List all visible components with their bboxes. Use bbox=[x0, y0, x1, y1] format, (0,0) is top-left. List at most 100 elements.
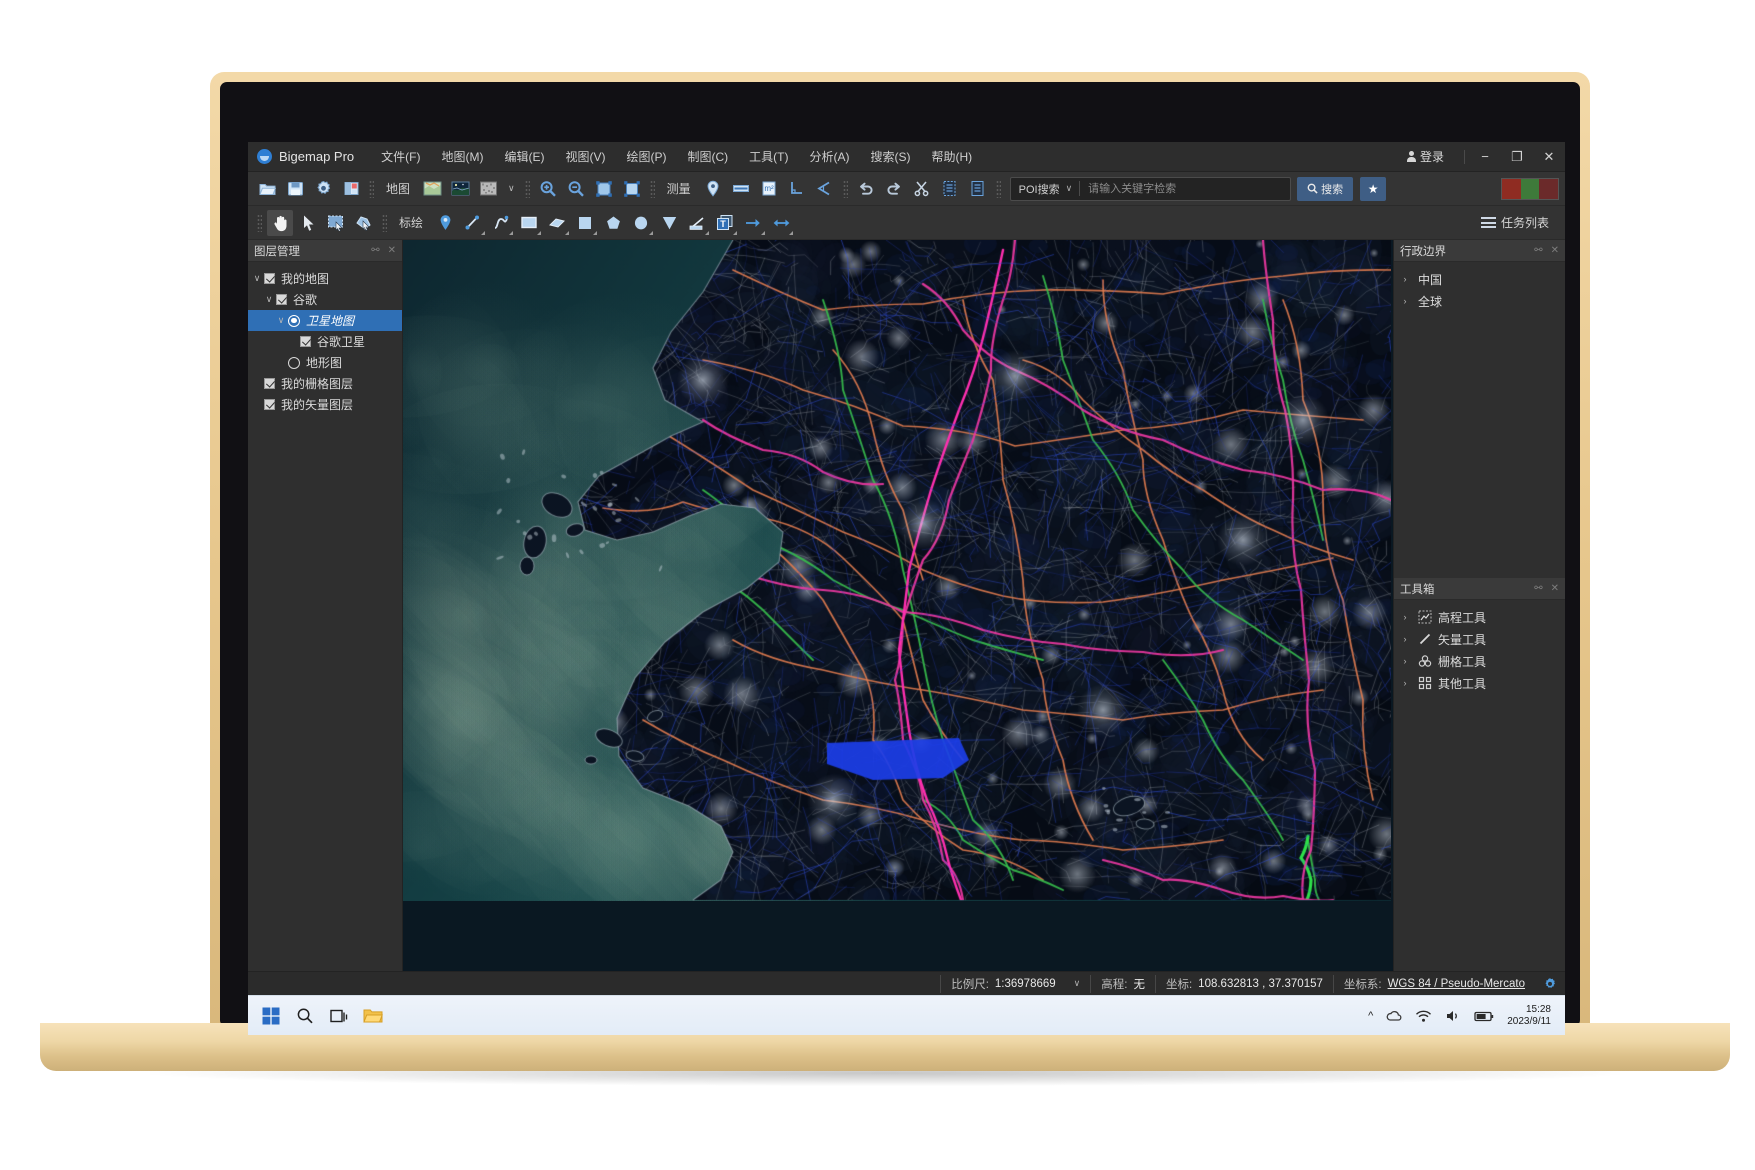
crs-value[interactable]: WGS 84 / Pseudo-Mercato bbox=[1388, 978, 1525, 990]
battery-icon[interactable] bbox=[1474, 1009, 1494, 1023]
select-arrow-tool[interactable] bbox=[295, 210, 321, 236]
undo-icon[interactable] bbox=[853, 176, 879, 202]
rect-select-tool[interactable] bbox=[323, 210, 349, 236]
node-edit-tool[interactable] bbox=[351, 210, 377, 236]
color-swatch[interactable] bbox=[1501, 177, 1559, 200]
chevron-down-icon[interactable]: ∨ bbox=[1066, 183, 1080, 194]
toolbox-other[interactable]: 其他工具 bbox=[1394, 672, 1565, 694]
measure-marker-icon[interactable] bbox=[700, 176, 726, 202]
favorites-button[interactable]: ★ bbox=[1360, 176, 1387, 201]
taskbar-clock[interactable]: 15:28 2023/9/11 bbox=[1507, 1004, 1551, 1028]
terrain-texture-icon[interactable] bbox=[475, 176, 501, 202]
wifi-icon[interactable] bbox=[1415, 1009, 1432, 1023]
menu-view[interactable]: 视图(V) bbox=[556, 144, 614, 169]
map-viewport[interactable] bbox=[403, 240, 1393, 971]
poi-type-label[interactable]: POI搜索 bbox=[1011, 181, 1066, 197]
map-basemap-icon[interactable] bbox=[419, 176, 445, 202]
draw-rectangle-tool[interactable] bbox=[516, 210, 542, 236]
pin-icon[interactable]: ⚯ bbox=[1534, 583, 1542, 594]
draw-curve-tool[interactable] bbox=[488, 210, 514, 236]
zoom-in-icon[interactable] bbox=[535, 176, 561, 202]
map-canvas[interactable] bbox=[403, 240, 1391, 901]
settings-gear-icon[interactable] bbox=[310, 176, 336, 202]
measure-area-icon[interactable]: m² bbox=[756, 176, 782, 202]
boundary-china[interactable]: 中国 bbox=[1394, 268, 1565, 290]
close-button[interactable]: ✕ bbox=[1533, 142, 1565, 171]
layer-terrain-map[interactable]: 地形图 bbox=[248, 352, 402, 373]
layer-my-map[interactable]: 我的地图 bbox=[248, 268, 402, 289]
chevron-right-icon[interactable] bbox=[1398, 612, 1412, 622]
draw-circle-tool[interactable] bbox=[628, 210, 654, 236]
chevron-down-icon[interactable] bbox=[262, 294, 276, 305]
layers-icon[interactable] bbox=[338, 176, 364, 202]
search-icon[interactable] bbox=[288, 999, 322, 1033]
task-list-button[interactable]: 任务列表 bbox=[1471, 214, 1559, 231]
layer-checkbox[interactable] bbox=[264, 378, 275, 389]
redo-icon[interactable] bbox=[881, 176, 907, 202]
pin-icon[interactable]: ⚯ bbox=[371, 245, 379, 256]
layer-checkbox[interactable] bbox=[300, 336, 311, 347]
chevron-up-icon[interactable]: ^ bbox=[1368, 1010, 1373, 1022]
login-button[interactable]: 登录 bbox=[1397, 145, 1454, 168]
save-icon[interactable] bbox=[282, 176, 308, 202]
layer-radio[interactable] bbox=[288, 356, 300, 369]
menu-map[interactable]: 地图(M) bbox=[432, 144, 492, 169]
menu-analysis[interactable]: 分析(A) bbox=[800, 144, 858, 169]
chevron-down-icon[interactable] bbox=[274, 315, 288, 326]
menu-edit[interactable]: 编辑(E) bbox=[495, 144, 553, 169]
layer-google[interactable]: 谷歌 bbox=[248, 289, 402, 310]
search-button[interactable]: 搜索 bbox=[1297, 176, 1354, 201]
menu-tools[interactable]: 工具(T) bbox=[740, 144, 797, 169]
close-icon[interactable]: ✕ bbox=[388, 245, 396, 256]
measure-distance-icon[interactable] bbox=[728, 176, 754, 202]
maximize-button[interactable]: ❐ bbox=[1501, 142, 1533, 171]
toolbox-vector[interactable]: 矢量工具 bbox=[1394, 628, 1565, 650]
volume-icon[interactable] bbox=[1445, 1009, 1461, 1023]
menu-cartography[interactable]: 制图(C) bbox=[678, 144, 737, 169]
close-icon[interactable]: ✕ bbox=[1551, 583, 1559, 594]
cut-icon[interactable] bbox=[909, 176, 935, 202]
search-input[interactable] bbox=[1080, 177, 1291, 200]
pin-icon[interactable]: ⚯ bbox=[1534, 245, 1542, 256]
onedrive-icon[interactable] bbox=[1386, 1009, 1402, 1023]
chevron-right-icon[interactable] bbox=[1398, 678, 1412, 688]
chevron-right-icon[interactable] bbox=[1398, 656, 1412, 666]
place-marker-tool[interactable] bbox=[432, 210, 458, 236]
layer-checkbox[interactable] bbox=[276, 294, 287, 305]
text-label-tool[interactable]: T bbox=[712, 210, 738, 236]
menu-draw[interactable]: 绘图(P) bbox=[617, 144, 675, 169]
paste-icon[interactable] bbox=[965, 176, 991, 202]
file-explorer-icon[interactable] bbox=[356, 999, 390, 1033]
measure-angle-icon[interactable] bbox=[812, 176, 838, 202]
menu-help[interactable]: 帮助(H) bbox=[922, 144, 981, 169]
toolbox-elevation[interactable]: 高程工具 bbox=[1394, 606, 1565, 628]
draw-square-tool[interactable] bbox=[572, 210, 598, 236]
minimize-button[interactable]: − bbox=[1469, 142, 1501, 171]
draw-triangle-tool[interactable] bbox=[656, 210, 682, 236]
chevron-down-icon[interactable]: ∨ bbox=[503, 183, 520, 194]
draw-pentagon-tool[interactable] bbox=[600, 210, 626, 236]
scale-cell[interactable]: 比例尺: 1:36978669 ∨ bbox=[940, 974, 1090, 993]
layer-my-raster[interactable]: 我的栅格图层 bbox=[248, 373, 402, 394]
layer-satellite-map[interactable]: 卫星地图 bbox=[248, 310, 402, 331]
chevron-right-icon[interactable] bbox=[1398, 296, 1412, 306]
draw-ruler-tool[interactable] bbox=[684, 210, 710, 236]
chevron-down-icon[interactable]: ∨ bbox=[1074, 978, 1081, 989]
chevron-right-icon[interactable] bbox=[1398, 634, 1412, 644]
crs-cell[interactable]: 坐标系: WGS 84 / Pseudo-Mercato bbox=[1332, 974, 1535, 993]
zoom-to-selection-icon[interactable] bbox=[591, 176, 617, 202]
draw-parallelogram-tool[interactable] bbox=[544, 210, 570, 236]
open-folder-icon[interactable] bbox=[254, 176, 280, 202]
toolbox-raster[interactable]: 栅格工具 bbox=[1394, 650, 1565, 672]
satellite-image-icon[interactable] bbox=[447, 176, 473, 202]
measure-vertical-icon[interactable] bbox=[784, 176, 810, 202]
close-icon[interactable]: ✕ bbox=[1551, 245, 1559, 256]
chevron-down-icon[interactable] bbox=[250, 273, 264, 284]
gear-icon[interactable] bbox=[1543, 977, 1557, 991]
menu-file[interactable]: 文件(F) bbox=[372, 144, 429, 169]
chevron-right-icon[interactable] bbox=[1398, 274, 1412, 284]
draw-double-arrow-tool[interactable] bbox=[768, 210, 794, 236]
windows-start-icon[interactable] bbox=[254, 999, 288, 1033]
boundary-global[interactable]: 全球 bbox=[1394, 290, 1565, 312]
task-view-icon[interactable] bbox=[322, 999, 356, 1033]
